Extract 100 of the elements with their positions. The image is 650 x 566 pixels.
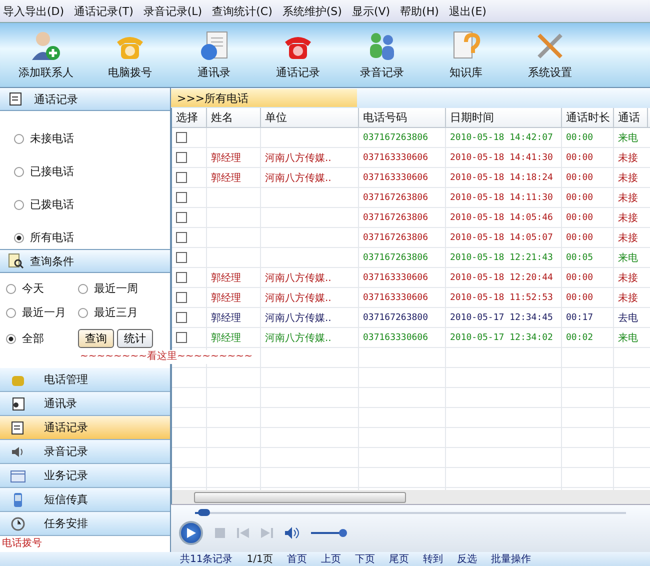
pager-link[interactable]: 首页 [286, 552, 307, 566]
menu-item[interactable]: 退出(E) [448, 4, 486, 18]
row-checkbox[interactable] [176, 312, 187, 323]
table-cell: 2010-05-18 11:52:53 [450, 292, 553, 302]
pager-link[interactable]: 转到 [422, 552, 443, 566]
pager-link[interactable]: 反选 [456, 552, 477, 566]
radio-button[interactable] [14, 134, 24, 144]
radio-button[interactable] [78, 284, 88, 294]
radio-button[interactable] [14, 166, 24, 176]
panel-title: 查询条件 [30, 254, 74, 268]
query-button[interactable]: 统计 [117, 329, 153, 348]
radio-option[interactable]: 已拨电话 [14, 197, 170, 212]
row-checkbox[interactable] [176, 332, 187, 343]
radio-option[interactable]: 今天 [6, 281, 78, 296]
row-checkbox[interactable] [176, 292, 187, 303]
toolbar-button[interactable]: 添加联系人 [8, 28, 84, 82]
table-cell-text: 未接 [618, 292, 638, 304]
toolbar-button[interactable]: 电脑拨号 [92, 28, 168, 82]
radio-option[interactable]: 最近一月 [6, 305, 78, 320]
row-checkbox[interactable] [176, 272, 187, 283]
radio-button[interactable] [6, 284, 16, 294]
column-header[interactable]: 单位 [261, 108, 359, 127]
table-cell: 037167263806 [363, 192, 428, 202]
radio-button[interactable] [14, 232, 24, 242]
table-cell: 2010-05-17 12:34:45 [450, 312, 553, 322]
panel-title: 通话记录 [34, 92, 78, 106]
column-header[interactable]: 选择 [172, 108, 207, 127]
pager-link[interactable]: 上页 [320, 552, 341, 566]
status-text: 电话拨号 [1, 536, 43, 550]
menu-item[interactable]: 系统维护(S) [282, 4, 342, 18]
query-button[interactable]: 查询 [78, 329, 114, 348]
column-header[interactable]: 电话号码 [359, 108, 446, 127]
nav-item[interactable]: 电话管理 [0, 368, 170, 392]
radio-option[interactable]: 最近三月 [78, 305, 168, 320]
table-cell-text: 郭经理 [211, 172, 241, 184]
nav-item[interactable]: 短信传真 [0, 488, 170, 512]
horizontal-scrollbar[interactable] [171, 490, 650, 504]
toolbar-button[interactable]: 系统设置 [512, 28, 588, 82]
table-cell-text: 未接 [618, 232, 638, 244]
row-checkbox[interactable] [176, 172, 187, 183]
add-person-icon [30, 30, 62, 62]
table-cell: 2010-05-18 12:21:43 [450, 252, 553, 262]
row-checkbox[interactable] [176, 252, 187, 263]
table-cell-text: 未接 [618, 172, 638, 184]
menu-item[interactable]: 查询统计(C) [212, 4, 272, 18]
radio-option[interactable]: 未接电话 [14, 131, 170, 146]
radio-option[interactable]: 所有电话 [14, 230, 170, 245]
menu-item[interactable]: 录音记录(L) [143, 4, 202, 18]
table-cell-text: 未接 [618, 152, 638, 164]
row-checkbox[interactable] [176, 212, 187, 223]
row-checkbox[interactable] [176, 192, 187, 203]
table-cell-text: 郭经理 [211, 152, 241, 164]
table-cell: 2010-05-18 14:05:07 [450, 232, 553, 242]
volume-icon[interactable] [285, 527, 299, 539]
radio-button[interactable] [78, 308, 88, 318]
row-checkbox[interactable] [176, 152, 187, 163]
table-cell-text: 河南八方传媒.. [265, 172, 332, 184]
table-cell: 2010-05-18 14:41:30 [450, 152, 553, 162]
column-header[interactable]: 姓名 [207, 108, 261, 127]
table-cell: 2010-05-18 14:42:07 [450, 132, 553, 142]
toolbar-button[interactable]: 录音记录 [344, 28, 420, 82]
table-cell-text: 郭经理 [211, 272, 241, 284]
row-checkbox[interactable] [176, 132, 187, 143]
nav-item[interactable]: 通讯录 [0, 392, 170, 416]
radio-option[interactable]: 已接电话 [14, 164, 170, 179]
table-cell: 00:00 [566, 292, 594, 302]
table-cell-text: 河南八方传媒.. [265, 332, 332, 344]
menu-item[interactable]: 帮助(H) [400, 4, 439, 18]
toolbar-button[interactable]: 通讯录 [176, 28, 252, 82]
column-header[interactable]: 日期时间 [446, 108, 562, 127]
menu-item[interactable]: 显示(V) [352, 4, 390, 18]
column-header[interactable]: 通话 [614, 108, 648, 127]
toolbar-button[interactable]: 知识库 [428, 28, 504, 82]
table-cell: 00:00 [566, 152, 594, 162]
nav-item[interactable]: 业务记录 [0, 464, 170, 488]
table-cell-text: 郭经理 [211, 332, 241, 344]
table-cell: 00:02 [566, 332, 594, 342]
play-button[interactable] [179, 521, 203, 545]
radio-button[interactable] [14, 200, 24, 210]
column-header[interactable]: 通话时长 [562, 108, 614, 127]
table-cell: 00:00 [566, 272, 594, 282]
radio-button[interactable] [6, 308, 16, 318]
pager-link[interactable]: 下页 [354, 552, 375, 566]
row-checkbox[interactable] [176, 232, 187, 243]
table-cell: 2010-05-18 14:11:30 [450, 192, 553, 202]
table-cell: 2010-05-18 12:20:44 [450, 272, 553, 282]
nav-item[interactable]: 通话记录 [0, 416, 170, 440]
radio-button[interactable] [6, 334, 16, 344]
table-cell: 037163330606 [363, 332, 428, 342]
toolbar-button[interactable]: 通话记录 [260, 28, 336, 82]
menu-item[interactable]: 导入导出(D) [3, 4, 64, 18]
nav-item[interactable]: 录音记录 [0, 440, 170, 464]
pager-link[interactable]: 尾页 [388, 552, 409, 566]
radio-option[interactable]: 最近一周 [78, 281, 168, 296]
radio-option[interactable]: 全部 [6, 329, 78, 348]
menu-item[interactable]: 通话记录(T) [74, 4, 134, 18]
nav-item[interactable]: 任务安排 [0, 512, 170, 536]
pager-link[interactable]: 批量操作 [490, 552, 531, 566]
status-text: 共11条记录 [180, 552, 233, 566]
table-cell-text: 来电 [618, 132, 638, 144]
